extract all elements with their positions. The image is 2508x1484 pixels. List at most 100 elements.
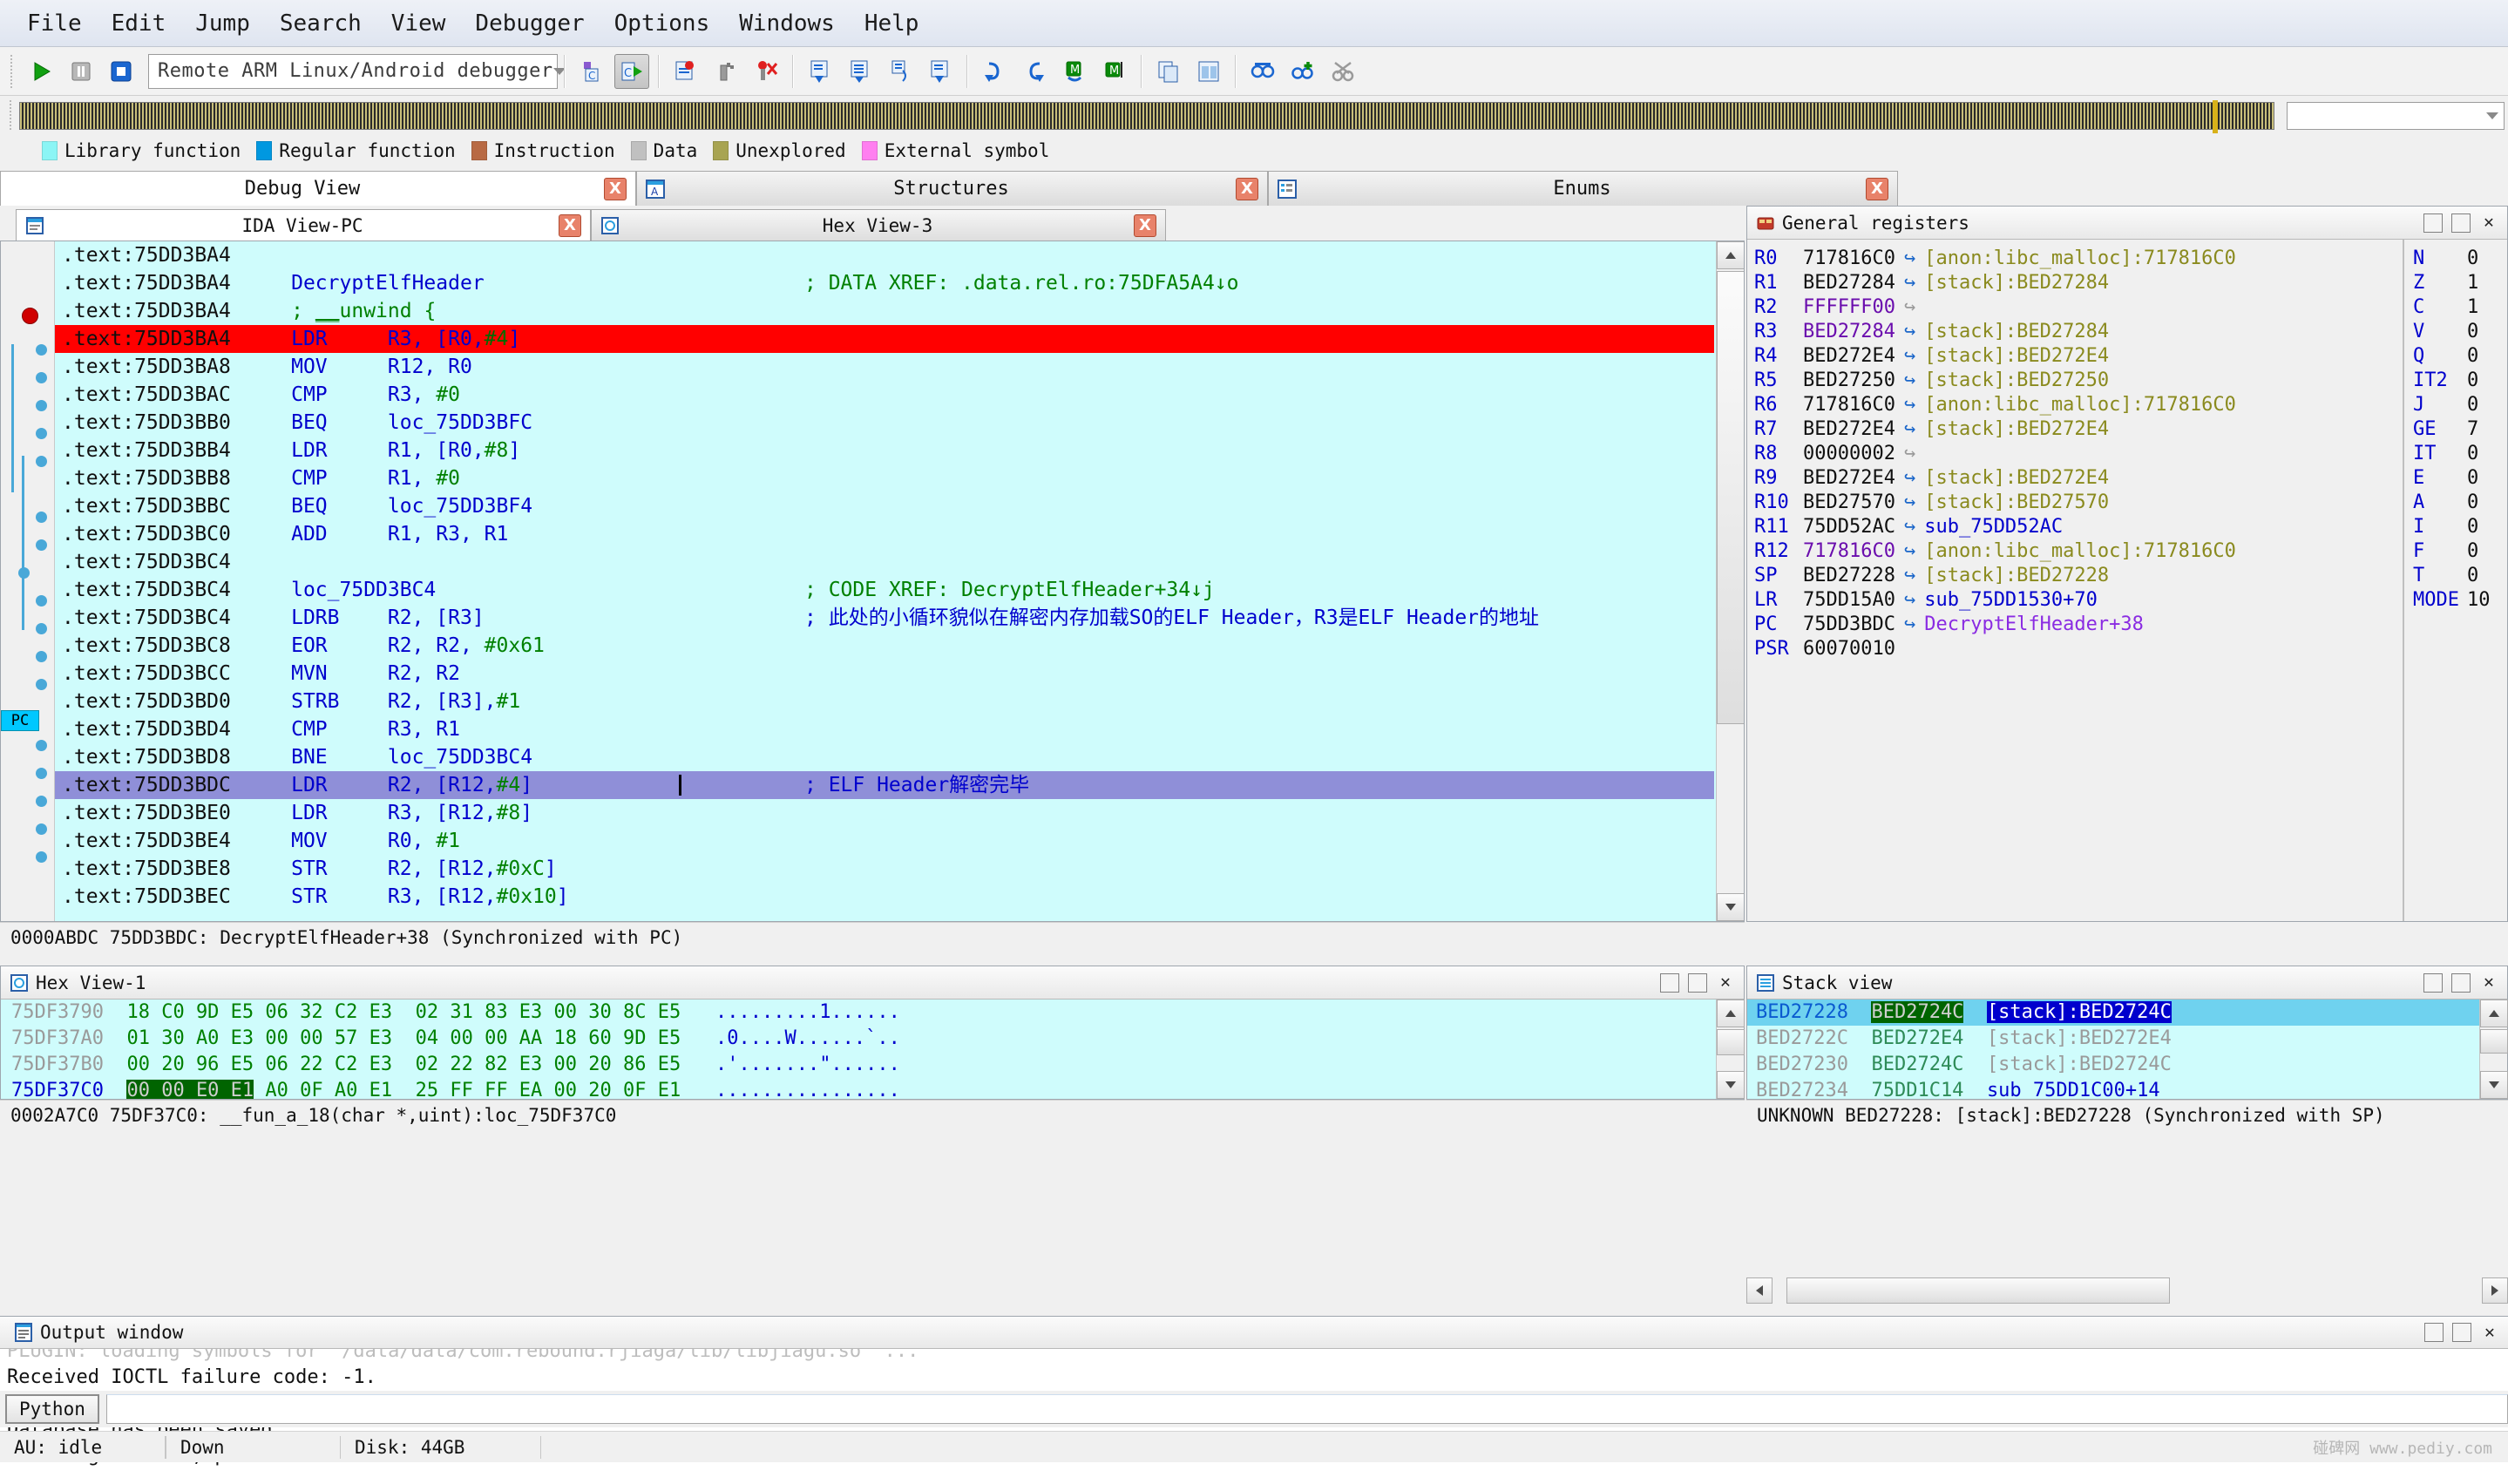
register-row[interactable]: R6717816C0↪[anon:libc_malloc]:717816C0: [1754, 393, 2403, 417]
tab-debug-view-close-icon[interactable]: X: [604, 178, 627, 200]
search-icon-button[interactable]: [1245, 54, 1280, 89]
register-target[interactable]: [stack]:BED27284: [1924, 272, 2109, 294]
register-value[interactable]: BED272E4: [1803, 467, 1895, 489]
flag-value[interactable]: 10: [2467, 589, 2491, 611]
toolbar-grip[interactable]: [8, 55, 17, 88]
stack-target[interactable]: [stack]:BED272E4: [1987, 1027, 2172, 1049]
disassembly-line[interactable]: .text:75DD3BEC STR R3, [R12,#0x10]: [55, 883, 1714, 911]
tab-ida-view-pc-close-icon[interactable]: X: [559, 214, 581, 237]
disassembly-line[interactable]: .text:75DD3BB8 CMP R1, #0: [55, 464, 1714, 492]
python-input[interactable]: [106, 1394, 2508, 1424]
flag-value[interactable]: 0: [2467, 491, 2478, 513]
register-row[interactable]: R3BED27284↪[stack]:BED27284: [1754, 320, 2403, 344]
next-marked-button[interactable]: M: [1057, 54, 1092, 89]
stack-value[interactable]: 75DD1C14: [1871, 1080, 1963, 1099]
register-value[interactable]: BED27250: [1803, 369, 1895, 391]
paste-button[interactable]: [1191, 54, 1226, 89]
stack-value[interactable]: BED272E4: [1871, 1027, 1963, 1049]
tab-hex-view-3-close-icon[interactable]: X: [1134, 214, 1156, 237]
register-target[interactable]: [stack]:BED27228: [1924, 565, 2109, 586]
menu-item-view[interactable]: View: [376, 7, 461, 40]
disassembly-line[interactable]: .text:75DD3BAC CMP R3, #0: [55, 381, 1714, 409]
register-value[interactable]: BED27570: [1803, 491, 1895, 513]
disassembly-code[interactable]: .text:75DD3BA4 .text:75DD3BA4 DecryptElf…: [55, 241, 1714, 921]
register-target[interactable]: [anon:libc_malloc]:717816C0: [1924, 394, 2236, 416]
tab-structures[interactable]: A Structures X: [636, 171, 1268, 206]
registers-float-button[interactable]: [2451, 213, 2471, 233]
tab-structures-close-icon[interactable]: X: [1236, 178, 1258, 200]
menu-item-options[interactable]: Options: [600, 7, 725, 40]
flag-value[interactable]: 0: [2467, 467, 2478, 489]
register-value[interactable]: BED272E4: [1803, 418, 1895, 440]
step-over-button[interactable]: [843, 54, 878, 89]
flag-value[interactable]: 0: [2467, 540, 2478, 562]
flag-row[interactable]: I0: [2413, 515, 2507, 539]
register-row[interactable]: PSR60070010: [1754, 637, 2403, 661]
hex-row[interactable]: 75DF37C0 00 00 E0 E1 A0 0F A0 E1 25 FF F…: [1, 1078, 1744, 1099]
register-value[interactable]: 717816C0: [1803, 247, 1895, 269]
flag-value[interactable]: 0: [2467, 394, 2478, 416]
flag-row[interactable]: E0: [2413, 466, 2507, 491]
flag-value[interactable]: 7: [2467, 418, 2478, 440]
register-value[interactable]: 717816C0: [1803, 394, 1895, 416]
flag-value[interactable]: 0: [2467, 345, 2478, 367]
disassembly-line[interactable]: .text:75DD3BD4 CMP R3, R1: [55, 715, 1714, 743]
hex-row[interactable]: 75DF37A0 01 30 A0 E3 00 00 57 E3 04 00 0…: [1, 1026, 1744, 1052]
stack-row[interactable]: BED2722C BED272E4 [stack]:BED272E4: [1747, 1026, 2507, 1052]
register-value[interactable]: 75DD3BDC: [1803, 613, 1895, 635]
step-out-button[interactable]: [923, 54, 958, 89]
menu-item-file[interactable]: File: [12, 7, 97, 40]
register-row[interactable]: R12717816C0↪[anon:libc_malloc]:717816C0: [1754, 539, 2403, 564]
stackview-scroll-up-button[interactable]: [2480, 999, 2508, 1027]
flag-value[interactable]: 1: [2467, 272, 2478, 294]
disassembly-vscrollbar[interactable]: [1716, 241, 1744, 921]
pause-button[interactable]: [64, 54, 98, 89]
registers-close-icon[interactable]: ✕: [2479, 213, 2498, 233]
run-to-cursor-button[interactable]: [883, 54, 918, 89]
tab-debug-view[interactable]: Debug View X: [0, 171, 636, 206]
flag-value[interactable]: 0: [2467, 247, 2478, 269]
jump-forward-icon-button[interactable]: [1017, 54, 1052, 89]
register-target[interactable]: [stack]:BED272E4: [1924, 345, 2109, 367]
menu-item-debugger[interactable]: Debugger: [460, 7, 599, 40]
navband-combo[interactable]: [2287, 102, 2505, 130]
hex-row[interactable]: 75DF3790 18 C0 9D E5 06 32 C2 E3 02 31 8…: [1, 999, 1744, 1026]
python-console-button[interactable]: Python: [5, 1394, 99, 1424]
flag-row[interactable]: T0: [2413, 564, 2507, 588]
stackview-hscroll-thumb[interactable]: [1786, 1277, 2170, 1304]
disassembly-line[interactable]: .text:75DD3BB4 LDR R1, [R0,#8]: [55, 437, 1714, 464]
register-row[interactable]: SPBED27228↪[stack]:BED27228: [1754, 564, 2403, 588]
disassembly-line[interactable]: .text:75DD3BA4 LDR R3, [R0,#4]: [55, 325, 1714, 353]
hexview-body[interactable]: 75DF3790 18 C0 9D E5 06 32 C2 E3 02 31 8…: [1, 999, 1744, 1099]
navigation-bar[interactable]: [19, 102, 2274, 130]
stack-value[interactable]: BED2724C: [1871, 1054, 1963, 1075]
flag-row[interactable]: IT0: [2413, 442, 2507, 466]
menu-item-jump[interactable]: Jump: [180, 7, 265, 40]
tab-enums[interactable]: Enums X: [1268, 171, 1898, 206]
stackview-restore-button[interactable]: [2423, 973, 2443, 993]
hex-bytes[interactable]: 01 30 A0 E3 00 00 57 E3 04 00 00 AA 18 6…: [126, 1027, 681, 1049]
search-add-icon-button[interactable]: [1285, 54, 1320, 89]
hex-bytes[interactable]: 00 20 96 E5 06 22 C2 E3 02 22 82 E3 00 2…: [126, 1054, 681, 1075]
register-value[interactable]: BED27284: [1803, 272, 1895, 294]
register-value[interactable]: 75DD52AC: [1803, 516, 1895, 538]
hexview-scroll-thumb[interactable]: [1717, 1029, 1745, 1055]
breakpoint-settings-button[interactable]: [708, 54, 743, 89]
disassembly-line[interactable]: .text:75DD3BDC LDR R2, [R12,#4]; ELF Hea…: [55, 771, 1714, 799]
step-into-button[interactable]: [803, 54, 837, 89]
disassembly-line[interactable]: .text:75DD3BA4 DecryptElfHeader; DATA XR…: [55, 269, 1714, 297]
register-value[interactable]: 60070010: [1803, 638, 1895, 660]
disassembly-line[interactable]: .text:75DD3BE0 LDR R3, [R12,#8]: [55, 799, 1714, 827]
register-row[interactable]: R1BED27284↪[stack]:BED27284: [1754, 271, 2403, 295]
flag-row[interactable]: GE7: [2413, 417, 2507, 442]
run-button[interactable]: [24, 54, 58, 89]
register-target[interactable]: [stack]:BED27250: [1924, 369, 2109, 391]
register-row[interactable]: LR75DD15A0↪sub_75DD1530+70: [1754, 588, 2403, 613]
register-target[interactable]: sub_75DD52AC: [1924, 516, 2063, 538]
disassembly-line[interactable]: .text:75DD3BC8 EOR R2, R2, #0x61: [55, 632, 1714, 660]
stackview-hscrollbar[interactable]: [1746, 1277, 2508, 1305]
menu-item-edit[interactable]: Edit: [97, 7, 181, 40]
hexview-restore-button[interactable]: [1660, 973, 1679, 993]
stackview-hscroll-right-button[interactable]: [2482, 1277, 2508, 1304]
register-target[interactable]: [anon:libc_malloc]:717816C0: [1924, 540, 2236, 562]
